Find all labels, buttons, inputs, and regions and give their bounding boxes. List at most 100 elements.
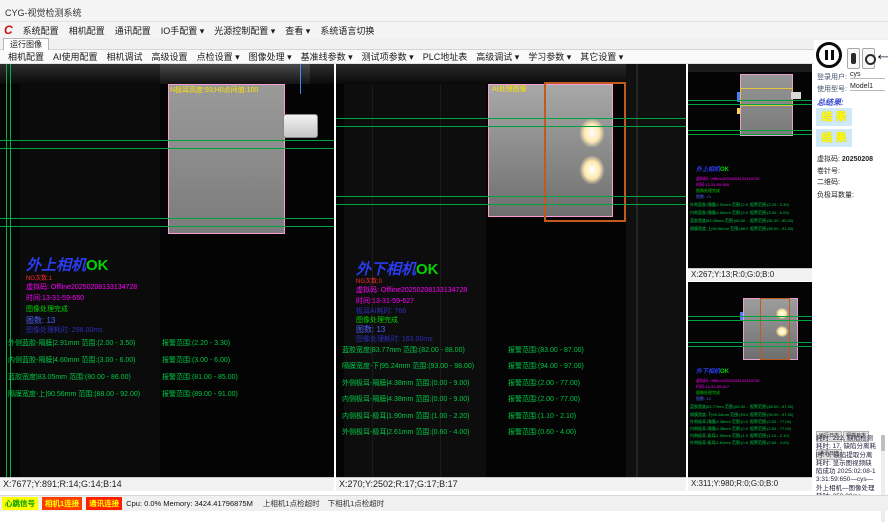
alarm-range: 报警范围:(2.20 - 3.30) — [162, 338, 230, 348]
measurement-row: 隔膜宽度-下|95.24mm 范围:(93.00 - 98.00) — [342, 361, 474, 371]
image-top-highlight — [160, 64, 310, 84]
alarm-range: 报警范围:(83.00 - 87.00) — [508, 345, 584, 355]
pause-button[interactable] — [816, 42, 842, 68]
measurement-row: 隔膜宽度-下|95.24mm 范围:(93.00 - 98.00) — [690, 412, 748, 417]
coord-bar-preview-top: X:267;Y:13;R:0;G:0;B:0 — [688, 268, 812, 281]
application-window: CYG-视觉检测系统 C 系统配置 相机配置 通讯配置 IO手配置 ▾ 光源控制… — [0, 0, 888, 522]
neg-tab-count-label: 负极耳数量: — [817, 190, 854, 200]
menu-item-system-config[interactable]: 系统配置 — [23, 24, 59, 37]
alarm-range: 报警范围:(2.00 - 77.00) — [750, 419, 808, 424]
measure-line-h1 — [0, 140, 334, 141]
tool-baseline-params[interactable]: 基准线参数 ▾ — [301, 50, 353, 63]
measurement-row: 外侧极耳-隔膜|4.38mm 范围:(0.00 - 9.00) — [342, 378, 469, 388]
alarm-range: 报警范围:(3.00 - 6.00) — [750, 210, 808, 215]
measure-line-h1 — [688, 100, 812, 101]
tool-image-processing[interactable]: 图像处理 ▾ — [249, 50, 292, 63]
measurement-row: 蓝胶宽度|83.77mm 范围:(82.00 - 88.00) — [690, 404, 748, 409]
result-box-top: 结 果 — [816, 108, 852, 126]
blue-marker-line — [300, 64, 301, 94]
camera1-link-status-badge: 相机1连接 — [42, 497, 82, 510]
camera-status-text: OK — [416, 261, 439, 278]
status-bar: 心跳信号 相机1连接 通讯连接 Cpu: 0.0% Memory: 3424.4… — [0, 495, 888, 511]
vcode-row: 虚拟码: 20250208 — [817, 154, 873, 164]
image-top-band — [688, 64, 812, 72]
bright-spot-1 — [580, 119, 604, 147]
measure-line-h2 — [0, 148, 334, 149]
virtual-code-text: 虚拟码: Offline20250208133134728 — [356, 285, 467, 295]
vcode-value: 20250208 — [842, 156, 873, 163]
preview-view-bottom[interactable]: 外下相机OK 虚拟码: Offline20250208133134728 时间:… — [688, 282, 812, 477]
time-text: 时间:13-31-59-627 — [356, 296, 414, 306]
tool-test-params[interactable]: 测试项参数 ▾ — [362, 50, 414, 63]
alarm-range: 报警范围:(0.60 - 4.00) — [750, 440, 808, 445]
preview-view-top[interactable]: 外上相机OK 虚拟码: Offline20250208133134728 时间:… — [688, 64, 812, 268]
menu-item-io-config[interactable]: IO手配置 ▾ — [161, 24, 205, 37]
tool-plc-address-table[interactable]: PLC地址表 — [423, 50, 468, 63]
pause-icon — [825, 50, 828, 60]
frame-count-text: 图数: 13 — [696, 396, 711, 401]
measure-line-h2 — [688, 104, 812, 105]
probe-connector — [791, 92, 801, 99]
virtual-code-text: 虚拟码: Offline20250208133134728 — [696, 176, 760, 181]
measurement-row: 外侧蓝胶-隔膜|2.91mm 范围:(2.00 - 3.50) — [690, 202, 748, 207]
scrollbar-thumb[interactable] — [881, 435, 885, 451]
menu-item-language-switch[interactable]: 系统语言切换 — [320, 24, 374, 37]
measurement-row: 外侧蓝胶-隔膜|2.91mm 范围:(2.00 - 3.50) — [8, 338, 135, 348]
menu-item-camera-config[interactable]: 相机配置 — [69, 24, 105, 37]
tool-ai-usage-config[interactable]: AI使用配置 — [53, 50, 98, 63]
measurement-row: 外侧极耳-极耳|2.61mm 范围:(0.60 - 4.00) — [690, 440, 748, 445]
camera-status-text: OK — [720, 167, 729, 173]
qr-label: 二维码: — [817, 177, 840, 187]
tool-learning-params[interactable]: 学习参数 ▾ — [528, 50, 571, 63]
app-logo-icon: C — [4, 24, 13, 36]
camera-result-title: 外上相机OK — [696, 164, 729, 173]
back-button[interactable]: ← — [874, 42, 888, 68]
annotation-label: N极耳高度:93;H0点间值:100 — [170, 85, 258, 95]
measure-line-h1 — [688, 316, 812, 317]
measure-line-h4 — [688, 134, 812, 135]
vcode-label: 虚拟码: — [817, 156, 840, 163]
tool-camera-debug[interactable]: 相机调试 — [107, 50, 143, 63]
elapsed-text: 图像处理耗时: 298.00ms — [26, 325, 103, 335]
tool-camera-config[interactable]: 相机配置 — [8, 50, 44, 63]
alarm-range: 报警范围:(89.00 - 91.00) — [750, 226, 808, 231]
tab-strip: 运行图像 — [0, 38, 888, 50]
coord-bar-preview-bottom: X:311;Y:980;R:0;G:0;B:0 — [688, 477, 812, 491]
alarm-range: 报警范围:(81.00 - 85.00) — [162, 372, 238, 382]
pin-label: 卷针号: — [817, 166, 840, 176]
camera-status-text: OK — [86, 257, 109, 274]
menu-item-comm-config[interactable]: 通讯配置 — [115, 24, 151, 37]
alarm-range: 报警范围:(89.00 - 91.00) — [162, 389, 238, 399]
log-tab-strip: 运行日志视觉日志通讯日志 — [816, 424, 886, 434]
tool-spot-check[interactable]: 点检设置 ▾ — [197, 50, 240, 63]
tool-other-settings[interactable]: 其它设置 ▾ — [580, 50, 623, 63]
time-text: 时间:13-31-59-650 — [26, 293, 84, 303]
measurement-row: 内侧极耳-极耳|1.90mm 范围:(1.00 - 2.20) — [342, 411, 469, 421]
ng-count-text: NG次数:0 — [356, 276, 382, 285]
yellow-marker — [737, 108, 740, 114]
alarm-range: 报警范围:(94.00 - 97.00) — [750, 412, 808, 417]
menu-item-light-config[interactable]: 光源控制配置 ▾ — [214, 24, 275, 37]
measure-line-h2 — [688, 320, 812, 321]
total-result-label: 总结果: — [817, 97, 844, 108]
camera-view-left[interactable]: N极耳高度:93;H0点间值:100 外上相机OK NG次数:1 虚拟码: Of… — [0, 64, 334, 477]
measure-line-h4 — [336, 204, 686, 205]
preview-tab-strip: NG成像显示所有成像显示故障成像显示 — [688, 56, 812, 64]
tool-advanced-debug[interactable]: 高级调试 ▾ — [476, 50, 519, 63]
workpiece-block — [168, 84, 285, 234]
cpu-memory-text: Cpu: 0.0% Memory: 3424.41796875M — [126, 499, 253, 508]
manual-trigger-button[interactable] — [847, 48, 860, 69]
coord-bar-middle: X:270;Y:2502;R:17;G:17;B:17 — [336, 477, 686, 491]
menu-item-view[interactable]: 查看 ▾ — [285, 24, 310, 37]
tool-advanced-settings[interactable]: 高级设置 — [152, 50, 188, 63]
alarm-range: 报警范围:(2.00 - 77.00) — [508, 378, 580, 388]
camera-view-middle[interactable]: AI处理图像 外下相机OK NG次数:0 虚拟码: Offline2025020… — [336, 64, 686, 477]
alarm-range: 报警范围:(2.20 - 3.30) — [750, 202, 808, 207]
bright-spot-1 — [776, 308, 788, 319]
alarm-range: 报警范围:(2.00 - 77.00) — [750, 426, 808, 431]
reference-line-v1 — [6, 64, 7, 477]
tab-run-image[interactable]: 运行图像 — [3, 38, 49, 50]
measurement-row: 隔膜宽度-上|90.56mm 范围:(88.00 - 92.00) — [8, 389, 140, 399]
handle-icon — [851, 53, 856, 64]
alarm-range: 报警范围:(1.10 - 2.10) — [750, 433, 808, 438]
